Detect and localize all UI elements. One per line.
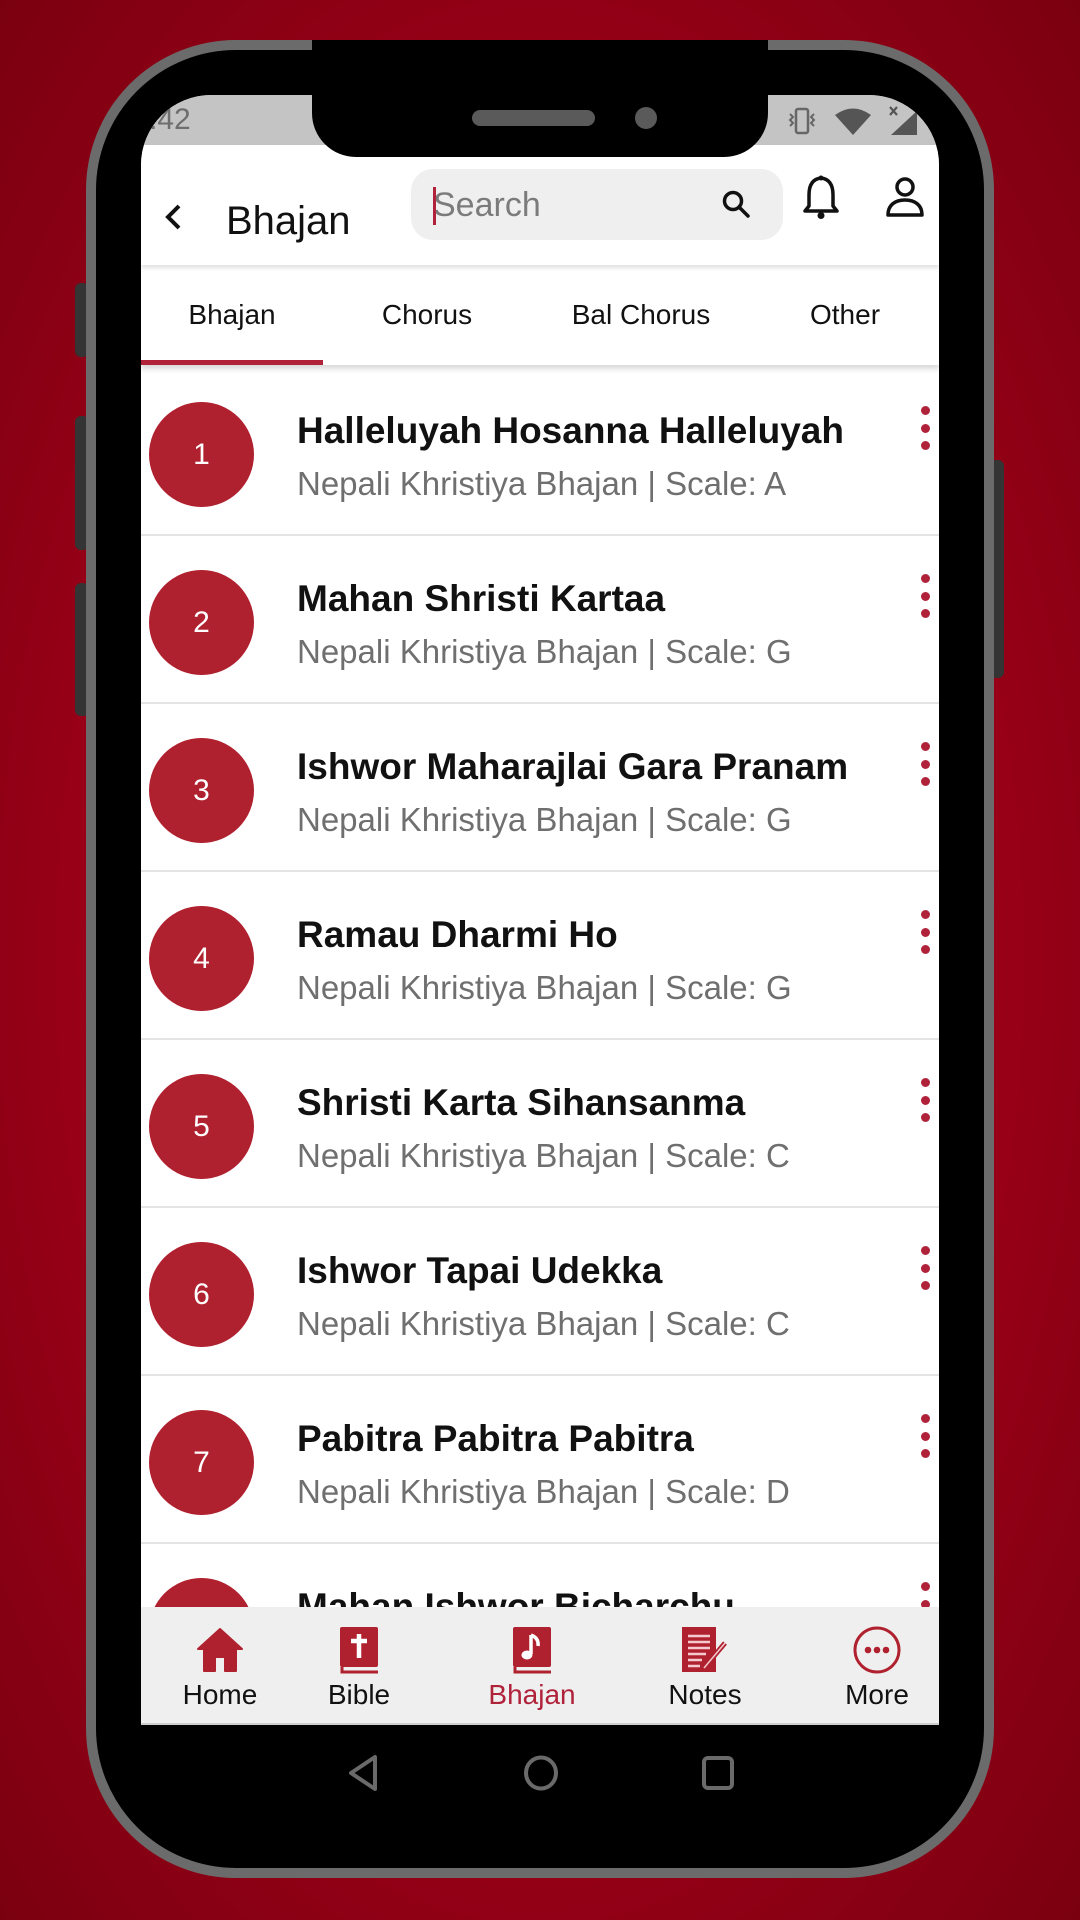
back-button[interactable] <box>153 197 193 237</box>
song-list-item[interactable]: 5 Shristi Karta Sihansanma Nepali Khrist… <box>141 1040 939 1208</box>
app-screen: :42 Bhajan Search Bhajan Chorus Bal Chor… <box>141 95 939 1725</box>
notifications-button[interactable] <box>801 175 841 226</box>
nav-bible[interactable]: Bible <box>279 1607 439 1725</box>
more-vert-icon[interactable] <box>913 1078 937 1122</box>
song-list-item[interactable]: 4 Ramau Dharmi Ho Nepali Khristiya Bhaja… <box>141 872 939 1040</box>
status-time: :42 <box>149 103 191 136</box>
song-subtitle: Nepali Khristiya Bhajan | Scale: D <box>297 1473 790 1510</box>
more-icon <box>852 1625 902 1675</box>
active-tab-indicator <box>141 360 323 365</box>
text-caret <box>433 187 436 225</box>
tab-chorus[interactable]: Chorus <box>323 265 531 365</box>
category-tabs: Bhajan Chorus Bal Chorus Other <box>141 265 939 365</box>
song-number-badge: 3 <box>149 738 254 843</box>
song-number-badge: 4 <box>149 906 254 1011</box>
song-title: Shristi Karta Sihansanma <box>297 1082 746 1123</box>
more-vert-icon[interactable] <box>913 1582 937 1608</box>
nav-label: Notes <box>668 1679 742 1710</box>
song-subtitle: Nepali Khristiya Bhajan | Scale: A <box>297 465 787 502</box>
search-input[interactable] <box>433 179 703 231</box>
nav-label: Home <box>182 1679 258 1710</box>
more-vert-icon[interactable] <box>913 1414 937 1458</box>
song-number-badge: 5 <box>149 1074 254 1179</box>
signal-icon <box>887 105 919 142</box>
system-home-button[interactable] <box>521 1753 561 1798</box>
song-list-item[interactable]: 6 Ishwor Tapai Udekka Nepali Khristiya B… <box>141 1208 939 1376</box>
song-title: Mahan Shristi Kartaa <box>297 578 666 619</box>
more-vert-icon[interactable] <box>913 406 937 450</box>
display-notch <box>312 40 768 157</box>
tab-bhajan[interactable]: Bhajan <box>141 265 323 365</box>
wifi-icon <box>833 106 873 141</box>
profile-button[interactable] <box>885 175 925 224</box>
nav-bhajan[interactable]: Bhajan <box>452 1607 612 1725</box>
circle-home-icon <box>524 1755 558 1791</box>
song-title: Ramau Dharmi Ho <box>297 914 618 955</box>
more-vert-icon[interactable] <box>913 1246 937 1290</box>
song-title: Ishwor Maharajlai Gara Pranam <box>297 746 849 787</box>
app-header: Bhajan <box>141 145 939 265</box>
nav-label: Bhajan <box>488 1679 576 1710</box>
song-subtitle: Nepali Khristiya Bhajan | Scale: G <box>297 633 792 670</box>
bottom-navigation: Home Bible Bhajan Notes More <box>141 1607 939 1725</box>
earpiece-speaker <box>472 110 595 126</box>
search-icon[interactable] <box>721 189 751 224</box>
song-number-badge: 1 <box>149 402 254 507</box>
song-list[interactable]: 1 Halleluyah Hosanna Halleluyah Nepali K… <box>141 368 939 1608</box>
song-list-item[interactable]: 3 Ishwor Maharajlai Gara Pranam Nepali K… <box>141 704 939 872</box>
nav-more[interactable]: More <box>797 1607 939 1725</box>
song-subtitle: Nepali Khristiya Bhajan | Scale: G <box>297 969 792 1006</box>
system-back-button[interactable] <box>345 1753 385 1798</box>
nav-home[interactable]: Home <box>141 1607 300 1725</box>
square-recents-icon <box>702 1756 734 1790</box>
person-icon <box>886 177 924 217</box>
vibrate-icon <box>785 106 819 141</box>
nav-label: More <box>845 1679 909 1710</box>
song-number-badge: 8 <box>149 1578 254 1608</box>
songbook-icon <box>511 1625 553 1675</box>
home-icon <box>196 1625 244 1675</box>
song-list-item[interactable]: 8 Mahan Ishwor Bicharchu <box>141 1544 939 1608</box>
song-subtitle: Nepali Khristiya Bhajan | Scale: C <box>297 1305 790 1342</box>
nav-label: Bible <box>327 1679 391 1710</box>
bell-icon <box>803 175 839 219</box>
song-number-badge: 2 <box>149 570 254 675</box>
more-vert-icon[interactable] <box>913 742 937 786</box>
system-navigation-bar <box>141 1725 939 1825</box>
triangle-back-icon <box>349 1755 377 1791</box>
song-number-badge: 6 <box>149 1242 254 1347</box>
song-title: Mahan Ishwor Bicharchu <box>297 1586 735 1608</box>
system-recents-button[interactable] <box>698 1753 738 1798</box>
song-list-item[interactable]: 2 Mahan Shristi Kartaa Nepali Khristiya … <box>141 536 939 704</box>
song-title: Pabitra Pabitra Pabitra <box>297 1418 694 1459</box>
notes-icon <box>680 1625 730 1675</box>
tab-bal-chorus[interactable]: Bal Chorus <box>531 265 751 365</box>
more-vert-icon[interactable] <box>913 574 937 618</box>
search-bar[interactable] <box>411 169 783 240</box>
more-vert-icon[interactable] <box>913 910 937 954</box>
song-subtitle: Nepali Khristiya Bhajan | Scale: G <box>297 801 792 838</box>
page-title: Bhajan <box>226 199 351 243</box>
song-title: Ishwor Tapai Udekka <box>297 1250 663 1291</box>
front-camera <box>635 107 657 129</box>
song-list-item[interactable]: 1 Halleluyah Hosanna Halleluyah Nepali K… <box>141 368 939 536</box>
tab-other[interactable]: Other <box>751 265 939 365</box>
nav-notes[interactable]: Notes <box>625 1607 785 1725</box>
song-list-item[interactable]: 7 Pabitra Pabitra Pabitra Nepali Khristi… <box>141 1376 939 1544</box>
song-number-badge: 7 <box>149 1410 254 1515</box>
bible-icon <box>338 1625 380 1675</box>
chevron-left-icon <box>165 204 181 230</box>
song-title: Halleluyah Hosanna Halleluyah <box>297 410 844 451</box>
song-subtitle: Nepali Khristiya Bhajan | Scale: C <box>297 1137 790 1174</box>
